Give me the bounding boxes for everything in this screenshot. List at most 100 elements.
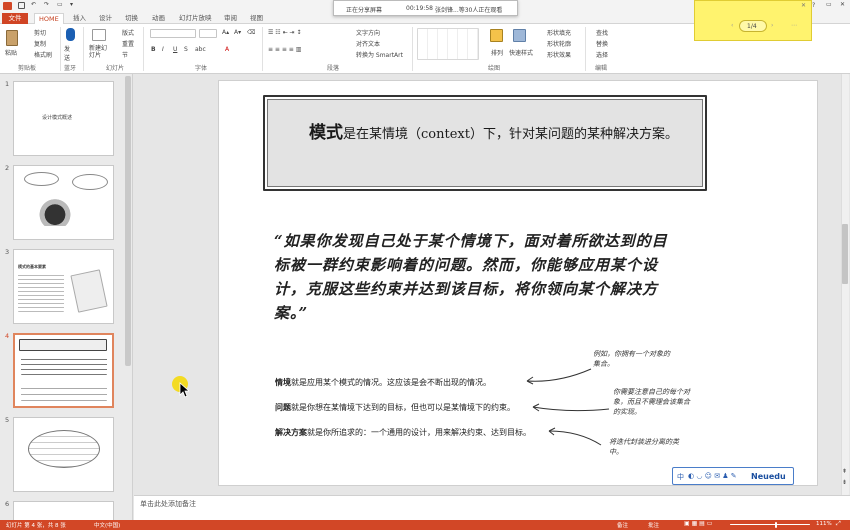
quick-styles-icon[interactable]: [513, 29, 526, 42]
notes-placeholder[interactable]: 单击此处添加备注: [140, 499, 196, 509]
zoom-level[interactable]: 111%: [816, 521, 832, 527]
side-note-solution: 将迭代封装进分离的类中。: [609, 438, 679, 456]
ime-toolbar[interactable]: 中 ◐ ◡ ☺ ✉ ♟ ✎ Neuedu: [672, 467, 794, 485]
share-timer: 00:19:58: [406, 5, 433, 12]
undo-icon[interactable]: ↶: [31, 1, 36, 8]
font-name-box[interactable]: [150, 29, 196, 38]
bluetooth-icon[interactable]: [66, 28, 75, 41]
slide-thumbnail-4[interactable]: [13, 333, 114, 408]
comments-button[interactable]: 批注: [648, 521, 659, 529]
view-buttons[interactable]: ▣ ▦ ▤ ▭: [684, 520, 712, 527]
new-slide-button[interactable]: 新建幻灯片: [89, 45, 111, 59]
select-button[interactable]: 选择: [596, 50, 608, 59]
quick-styles-button[interactable]: 快速样式: [509, 48, 533, 57]
notes-button[interactable]: 备注: [617, 521, 628, 529]
reset-button[interactable]: 重置: [122, 39, 134, 48]
slide-number: 2: [5, 164, 10, 172]
section-button[interactable]: 节: [122, 50, 128, 59]
bold-button[interactable]: B: [151, 46, 156, 53]
tab-animations[interactable]: 动画: [152, 13, 165, 24]
bluetooth-send-button[interactable]: 发送: [64, 44, 74, 62]
shadow-button[interactable]: abc: [195, 46, 206, 53]
zoom-slider-thumb[interactable]: [775, 522, 777, 528]
shape-fill-button[interactable]: 形状填充: [547, 28, 571, 37]
pattern-element-solution: 解决方案就是你所追求的：一个通用的设计，用来解决约束、达到目标。: [275, 427, 531, 438]
paste-icon[interactable]: [6, 30, 18, 46]
tab-slideshow[interactable]: 幻灯片放映: [179, 13, 212, 24]
shrink-font-icon[interactable]: A▾: [234, 29, 241, 36]
pager-next-icon[interactable]: ›: [771, 22, 773, 29]
align-text-button[interactable]: 对齐文本: [356, 39, 380, 48]
language-indicator[interactable]: 中文(中国): [94, 521, 120, 529]
font-color-icon[interactable]: A: [225, 46, 229, 53]
clear-format-icon[interactable]: ⌫: [247, 29, 255, 36]
smartart-button[interactable]: 转换为 SmartArt: [356, 50, 403, 59]
powerpoint-logo-icon: [3, 2, 12, 10]
paragraph-group-label: 段落: [327, 65, 340, 72]
redo-icon[interactable]: ↷: [44, 1, 49, 8]
tab-insert[interactable]: 插入: [73, 13, 86, 24]
help-icon[interactable]: ?: [812, 2, 815, 9]
layout-button[interactable]: 版式: [122, 28, 134, 37]
notes-pane[interactable]: 单击此处添加备注: [134, 495, 850, 520]
slide-pager-widget: ✕ ‹ 1/4 › ⋯: [694, 0, 812, 41]
tab-design[interactable]: 设计: [99, 13, 112, 24]
paste-button[interactable]: 粘贴: [5, 48, 17, 57]
shape-outline-button[interactable]: 形状轮廓: [547, 39, 571, 48]
align-icons[interactable]: ≡ ≡ ≡ ≡ ▥: [268, 46, 301, 53]
shape-effects-button[interactable]: 形状效果: [547, 50, 571, 59]
copy-button[interactable]: 复制: [34, 39, 46, 48]
pager-prev-icon[interactable]: ‹: [731, 22, 733, 29]
tab-transitions[interactable]: 切换: [125, 13, 138, 24]
screen-share-banner: 正在分享屏幕 00:19:58 张剑锋...等30人正在观看: [333, 0, 518, 16]
slide-thumbnail-2[interactable]: [13, 165, 114, 240]
slide-number: 5: [5, 416, 10, 424]
underline-button[interactable]: U: [173, 46, 177, 53]
save-icon[interactable]: [18, 2, 25, 9]
new-slide-icon[interactable]: [92, 29, 106, 41]
pager-close-icon[interactable]: ✕: [801, 2, 806, 9]
slide-thumbnail-3[interactable]: 模式的基本要素: [13, 249, 114, 324]
qat-more-icon[interactable]: ▾: [70, 1, 73, 8]
slide-thumbnail-1[interactable]: 设计模式概述: [13, 81, 114, 156]
handwritten-quote: “如果你发现自己处于某个情境下，面对着所欲达到的目标被一群约束影响着的问题。然而…: [274, 232, 668, 322]
arrange-button[interactable]: 排列: [491, 48, 503, 57]
ime-tool-icons[interactable]: ◐ ◡ ☺ ✉ ♟ ✎: [688, 472, 737, 480]
thumb-3-heading: 模式的基本要素: [18, 264, 46, 269]
editor-scrollbar[interactable]: [841, 74, 849, 495]
replace-button[interactable]: 替换: [596, 39, 608, 48]
arrow-problem: [532, 406, 610, 412]
slide-thumbnail-6[interactable]: [13, 501, 114, 520]
ime-language[interactable]: 中: [677, 472, 684, 482]
italic-button[interactable]: I: [162, 46, 164, 53]
ime-brand: Neuedu: [751, 472, 786, 481]
slide-thumbnail-5[interactable]: [13, 417, 114, 492]
format-painter-button[interactable]: 格式刷: [34, 50, 52, 59]
text-direction-button[interactable]: 文字方向: [356, 28, 380, 37]
tab-file[interactable]: 文件: [2, 13, 28, 24]
bullets-icon[interactable]: ☰ ☷ ⇤ ⇥ ↕: [268, 29, 301, 36]
prev-slide-icon[interactable]: ⇞: [842, 468, 847, 475]
grow-font-icon[interactable]: A▴: [222, 29, 229, 36]
current-slide: 模式是在某情境（context）下，针对某问题的某种解决方案。 “如果你发现自己…: [218, 80, 818, 486]
minimize-icon[interactable]: ▭: [826, 1, 832, 8]
shapes-gallery[interactable]: [417, 28, 479, 60]
strikethrough-button[interactable]: S: [184, 46, 188, 53]
pager-menu-icon[interactable]: ⋯: [791, 22, 797, 29]
tab-review[interactable]: 审阅: [224, 13, 237, 24]
panel-scrollbar[interactable]: [125, 76, 131, 366]
slide-thumbnail-panel: 1 设计模式概述 2 3 模式的基本要素 4 5 6: [0, 74, 133, 520]
fit-to-window-icon[interactable]: ⤢: [836, 520, 841, 528]
tab-view[interactable]: 视图: [250, 13, 263, 24]
next-slide-icon[interactable]: ⇟: [842, 479, 847, 486]
zoom-slider[interactable]: [730, 524, 810, 525]
cut-button[interactable]: 剪切: [34, 28, 46, 37]
tab-home[interactable]: HOME: [34, 13, 64, 24]
editor-scroll-thumb[interactable]: [842, 224, 848, 284]
close-icon[interactable]: ✕: [840, 1, 845, 8]
present-icon[interactable]: ▭: [57, 1, 63, 8]
find-button[interactable]: 查找: [596, 28, 608, 37]
arrange-icon[interactable]: [490, 29, 503, 42]
slide-number: 4: [5, 332, 10, 340]
font-size-box[interactable]: [199, 29, 217, 38]
